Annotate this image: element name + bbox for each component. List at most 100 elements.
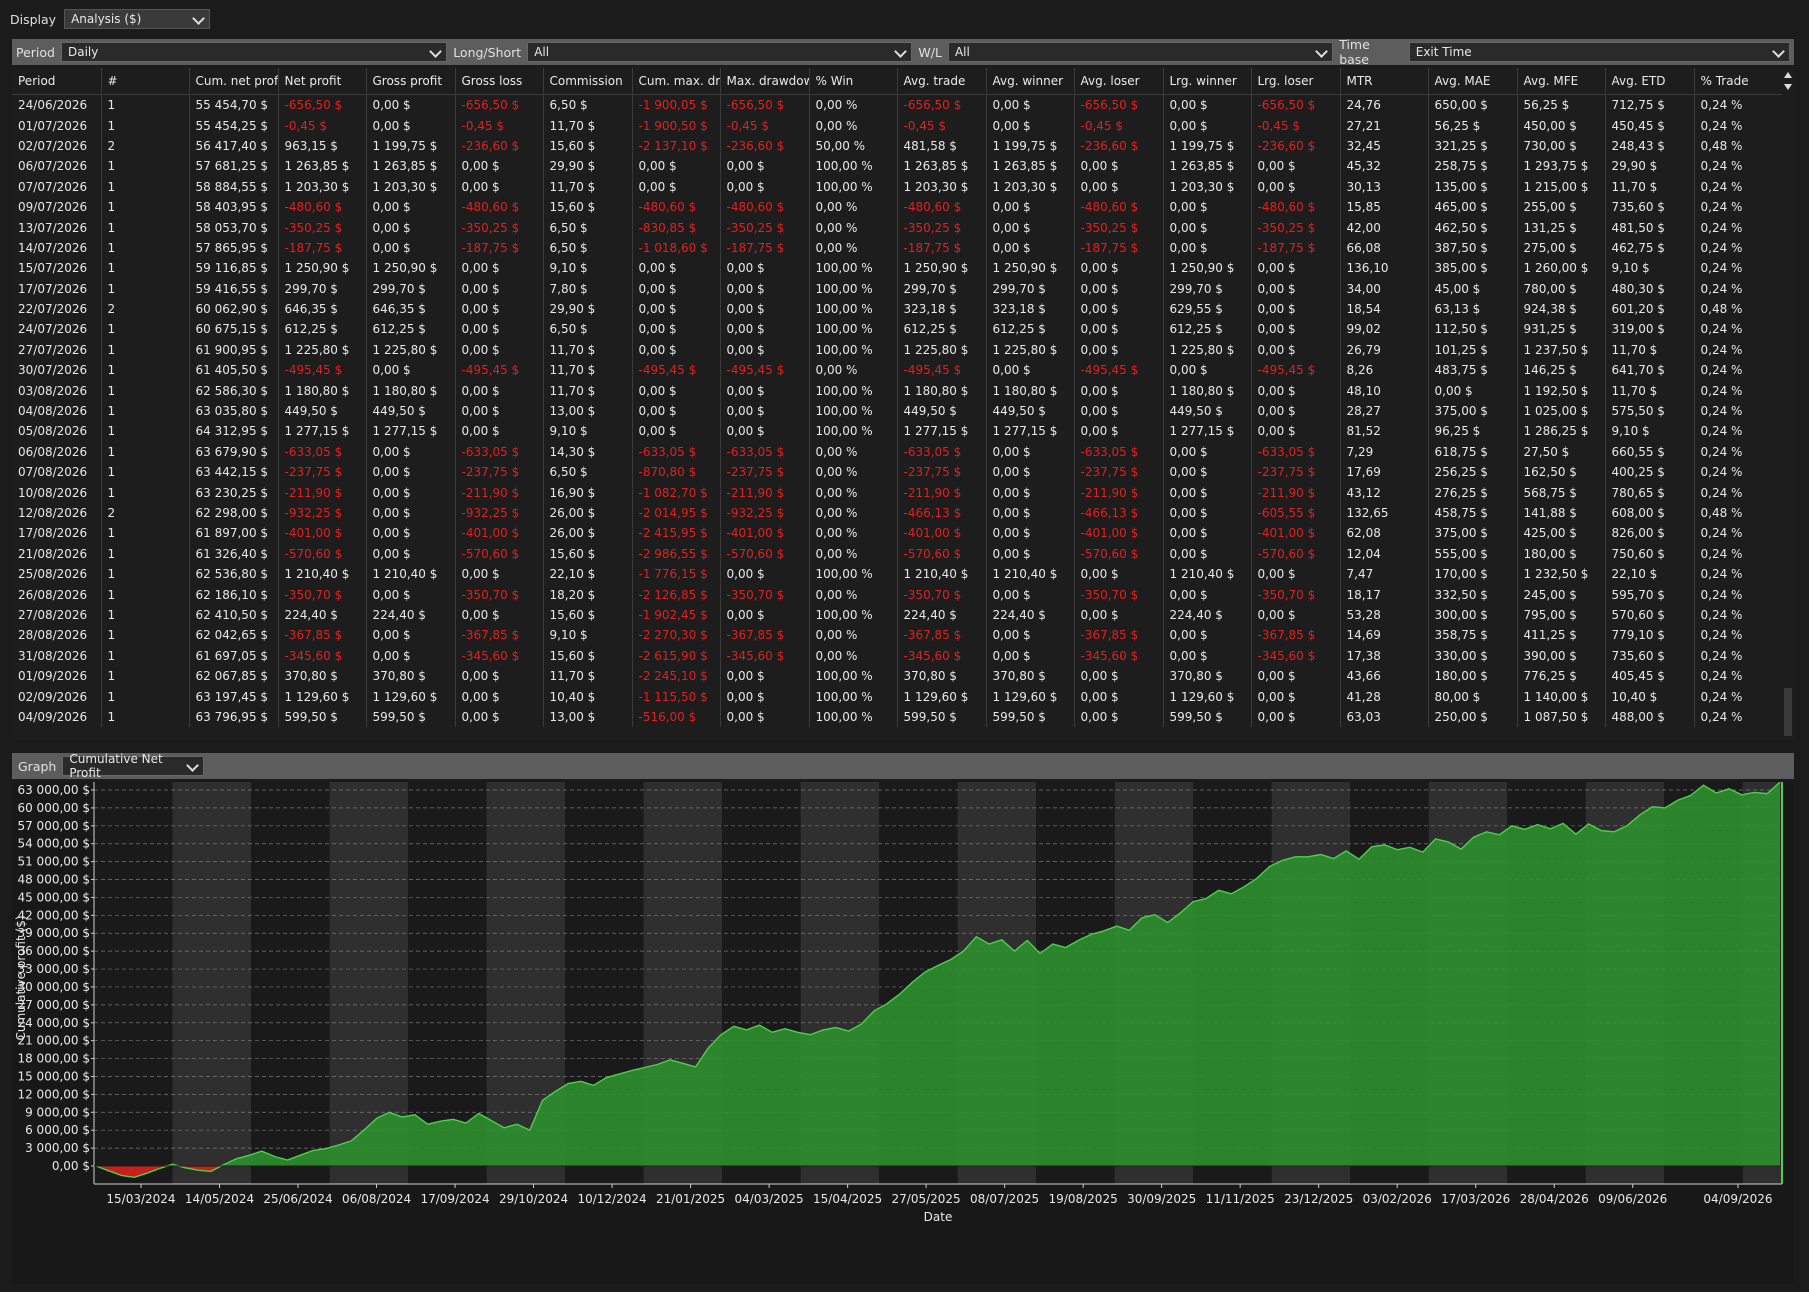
- table-row[interactable]: 04/09/2026 1 63 796,95 $599,50 $599,50 $0,…: [12, 706, 1783, 728]
- table-row[interactable]: 27/08/2026 1 62 410,50 $224,40 $224,40 $0,…: [12, 604, 1783, 626]
- table-cell: 17,38: [1340, 645, 1429, 666]
- table-cell: 0,00 $: [1163, 360, 1252, 381]
- table-row[interactable]: 24/07/2026 1 60 675,15 $612,25 $612,25 $0,…: [12, 319, 1783, 340]
- table-row[interactable]: 21/08/2026 1 61 326,40 $ -570,60 $0,00 $ -57…: [12, 543, 1783, 564]
- chart-band: [94, 782, 173, 1184]
- filter-bar: Period Daily Long/Short All W/L All Time…: [12, 37, 1794, 67]
- scrollbar-thumb[interactable]: [1784, 688, 1792, 736]
- table-cell: 299,70 $: [1163, 278, 1252, 299]
- table-cell: 1: [101, 563, 190, 585]
- table-cell: 04/08/2026: [12, 400, 102, 422]
- table-row[interactable]: 28/08/2026 1 62 042,65 $ -367,85 $0,00 $ -36…: [12, 625, 1783, 646]
- table-cell: 358,75 $: [1428, 625, 1518, 646]
- vertical-scrollbar[interactable]: [1782, 68, 1794, 740]
- table-cell: -1 115,50 $: [632, 686, 721, 707]
- table-cell: 375,00 $: [1428, 523, 1518, 544]
- table-row[interactable]: 13/07/2026 1 58 053,70 $ -350,25 $0,00 $ -35…: [12, 217, 1783, 238]
- column-header[interactable]: Max. drawdow: [720, 68, 810, 95]
- column-header[interactable]: Lrg. winner: [1163, 68, 1252, 95]
- table-cell: 0,00 $: [1163, 502, 1252, 524]
- period-select[interactable]: Daily: [60, 42, 448, 62]
- table-cell: -350,25 $: [1074, 217, 1164, 238]
- table-row[interactable]: 17/07/2026 1 59 416,55 $299,70 $299,70 $0,…: [12, 278, 1783, 299]
- table-row[interactable]: 31/08/2026 1 61 697,05 $ -345,60 $0,00 $ -34…: [12, 645, 1783, 666]
- table-cell: 0,00 $: [720, 421, 810, 442]
- column-header[interactable]: % Win: [809, 68, 898, 95]
- table-row[interactable]: 09/07/2026 1 58 403,95 $ -480,60 $0,00 $ -48…: [12, 196, 1783, 218]
- table-row[interactable]: 06/07/2026 1 57 681,25 $1 263,85 $1 263,85…: [12, 156, 1783, 177]
- table-row[interactable]: 01/07/2026 1 55 454,25 $ -0,45 $0,00 $ -0,45…: [12, 115, 1783, 136]
- table-cell: -350,70 $: [455, 584, 544, 605]
- table-row[interactable]: 25/08/2026 1 62 536,80 $1 210,40 $1 210,40…: [12, 563, 1783, 585]
- column-header[interactable]: Avg. ETD: [1605, 68, 1695, 95]
- table-cell: -237,75 $: [1251, 462, 1341, 483]
- table-row[interactable]: 03/08/2026 1 62 586,30 $1 180,80 $1 180,80…: [12, 380, 1783, 401]
- table-cell: 0,00 $: [1163, 482, 1252, 503]
- column-header[interactable]: Avg. trade: [897, 68, 987, 95]
- table-row[interactable]: 02/07/2026 2 56 417,40 $963,15 $1 199,75 $…: [12, 135, 1783, 157]
- table-cell: 780,00 $: [1517, 278, 1606, 299]
- table-row[interactable]: 26/08/2026 1 62 186,10 $ -350,70 $0,00 $ -35…: [12, 584, 1783, 605]
- table-cell: 488,00 $: [1605, 706, 1695, 728]
- column-header[interactable]: Lrg. loser: [1251, 68, 1341, 95]
- table-cell: 06/07/2026: [12, 156, 102, 177]
- column-header[interactable]: MTR: [1340, 68, 1429, 95]
- column-header[interactable]: Cum. max. dra: [632, 68, 721, 95]
- table-cell: 42,00: [1340, 217, 1429, 238]
- column-header[interactable]: Gross profit: [366, 68, 456, 95]
- table-row[interactable]: 14/07/2026 1 57 865,95 $ -187,75 $0,00 $ -18…: [12, 237, 1783, 259]
- column-header[interactable]: Commission: [543, 68, 633, 95]
- table-cell: 26,79: [1340, 339, 1429, 361]
- graph-select[interactable]: Cumulative Net Profit: [62, 752, 205, 780]
- timebase-label: Time base: [1339, 37, 1370, 67]
- column-header[interactable]: Period: [12, 68, 102, 95]
- table-cell: 180,00 $: [1428, 665, 1518, 687]
- table-cell: 299,70 $: [897, 278, 987, 299]
- column-header[interactable]: #: [101, 68, 190, 95]
- column-header[interactable]: Avg. loser: [1074, 68, 1164, 95]
- table-cell: 0,00 $: [366, 645, 456, 666]
- table-cell: 100,00 %: [809, 319, 898, 340]
- timebase-select[interactable]: Exit Time: [1408, 42, 1791, 62]
- table-cell: 57 865,95 $: [189, 237, 279, 259]
- table-cell: 0,00 $: [1251, 706, 1341, 728]
- column-header[interactable]: Avg. MFE: [1517, 68, 1606, 95]
- column-header[interactable]: Gross loss: [455, 68, 544, 95]
- column-header[interactable]: Net profit: [278, 68, 367, 95]
- table-row[interactable]: 06/08/2026 1 63 679,90 $ -633,05 $0,00 $ -63…: [12, 441, 1783, 463]
- table-row[interactable]: 12/08/2026 2 62 298,00 $ -932,25 $0,00 $ -93…: [12, 502, 1783, 524]
- table-row[interactable]: 05/08/2026 1 64 312,95 $1 277,15 $1 277,15…: [12, 421, 1783, 442]
- table-row[interactable]: 30/07/2026 1 61 405,50 $ -495,45 $0,00 $ -49…: [12, 360, 1783, 381]
- table-cell: 0,00 $: [986, 584, 1075, 605]
- table-cell: 568,75 $: [1517, 482, 1606, 503]
- wl-select[interactable]: All: [947, 42, 1334, 62]
- table-row[interactable]: 15/07/2026 1 59 116,85 $1 250,90 $1 250,90…: [12, 258, 1783, 279]
- table-row[interactable]: 17/08/2026 1 61 897,00 $ -401,00 $0,00 $ -40…: [12, 523, 1783, 544]
- table-row[interactable]: 24/06/2026 1 55 454,70 $ -656,50 $0,00 $ -65…: [12, 94, 1783, 116]
- column-header[interactable]: Avg. winner: [986, 68, 1075, 95]
- longshort-select[interactable]: All: [527, 42, 913, 62]
- table-row[interactable]: 02/09/2026 1 63 197,45 $1 129,60 $1 129,60…: [12, 686, 1783, 707]
- column-header[interactable]: Avg. MAE: [1428, 68, 1518, 95]
- table-row[interactable]: 07/08/2026 1 63 442,15 $ -237,75 $0,00 $ -23…: [12, 462, 1783, 483]
- table-cell: -1 900,50 $: [632, 115, 721, 136]
- column-header[interactable]: Cum. net profi: [189, 68, 279, 95]
- table-row[interactable]: 01/09/2026 1 62 067,85 $370,80 $370,80 $0,…: [12, 665, 1783, 687]
- table-cell: -480,60 $: [720, 196, 810, 218]
- table-row[interactable]: 04/08/2026 1 63 035,80 $449,50 $449,50 $0,…: [12, 400, 1783, 422]
- table-row[interactable]: 22/07/2026 2 60 062,90 $646,35 $646,35 $0,…: [12, 298, 1783, 320]
- table-cell: 0,00 $: [1163, 115, 1252, 136]
- table-cell: 612,25 $: [278, 319, 367, 340]
- display-label: Display: [10, 11, 57, 27]
- scroll-up-icon[interactable]: [1784, 72, 1792, 78]
- table-cell: -367,85 $: [278, 625, 367, 646]
- column-header[interactable]: % Trade: [1694, 68, 1783, 95]
- scroll-down-icon[interactable]: [1784, 84, 1792, 90]
- table-cell: 480,30 $: [1605, 278, 1695, 299]
- table-cell: 0,00 $: [1074, 380, 1164, 401]
- table-row[interactable]: 27/07/2026 1 61 900,95 $1 225,80 $1 225,80…: [12, 339, 1783, 361]
- table-row[interactable]: 07/07/2026 1 58 884,55 $1 203,30 $1 203,30…: [12, 176, 1783, 197]
- table-row[interactable]: 10/08/2026 1 63 230,25 $ -211,90 $0,00 $ -21…: [12, 482, 1783, 503]
- table-cell: 9,10 $: [1605, 421, 1695, 442]
- display-select[interactable]: Analysis ($): [64, 9, 211, 29]
